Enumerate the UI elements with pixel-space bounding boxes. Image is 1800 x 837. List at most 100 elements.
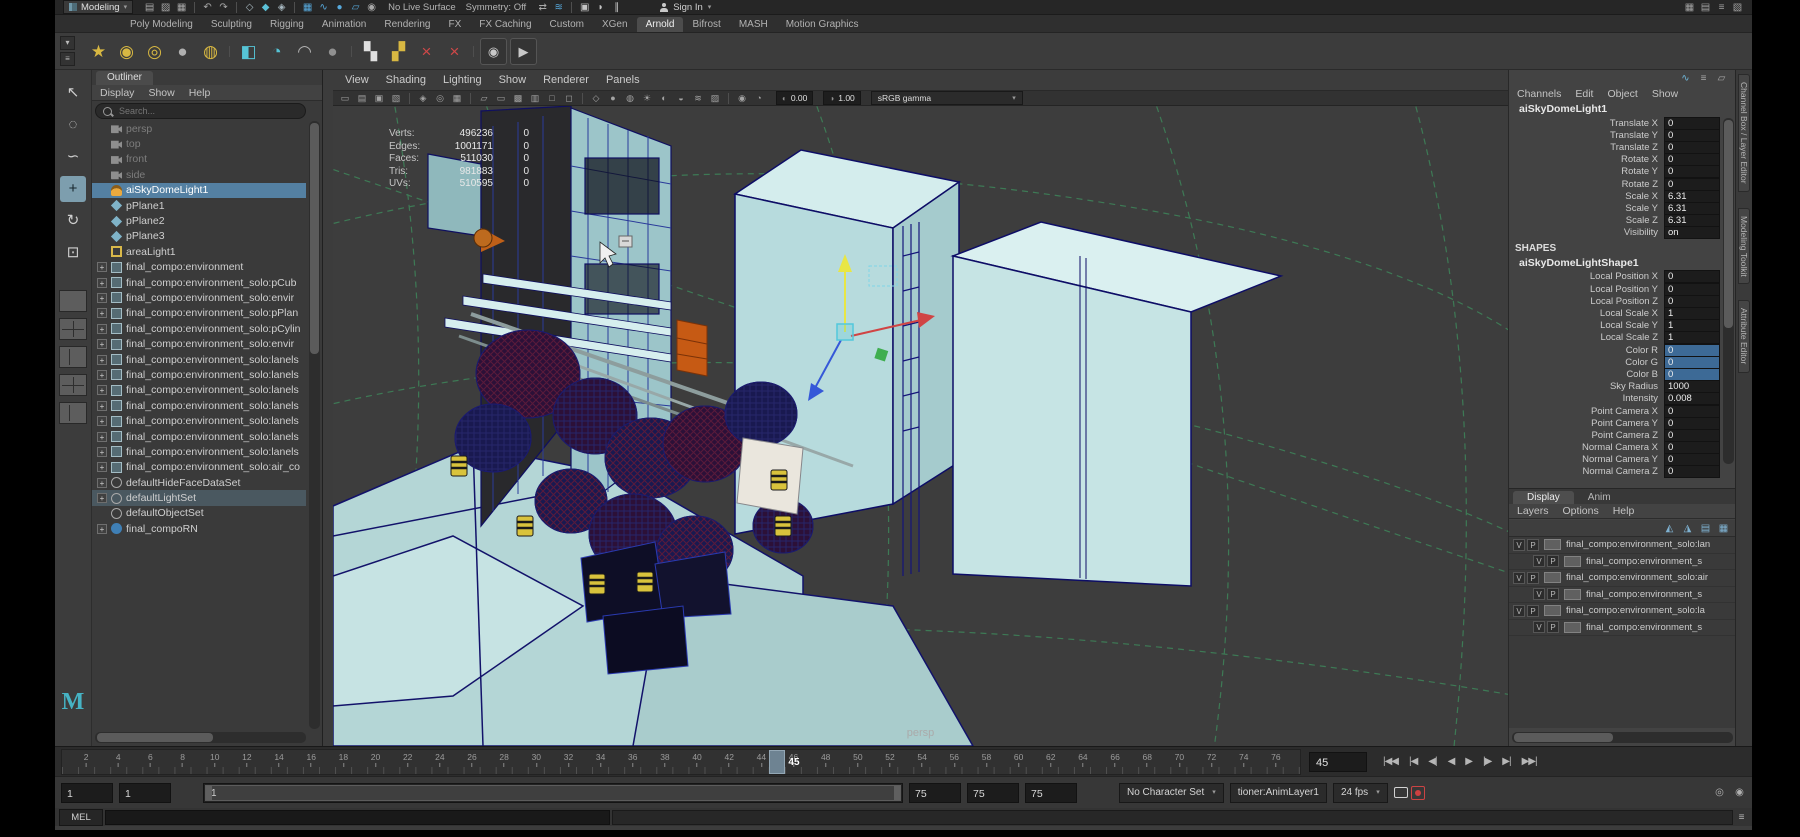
field-chart-icon[interactable]: ▥ [528, 92, 542, 104]
channel-name-label[interactable]: Local Position X [1509, 271, 1664, 282]
layer-color-swatch[interactable] [1564, 588, 1581, 600]
poly-cube-shelf-icon[interactable]: ◉ [114, 39, 139, 64]
channel-pin-icon[interactable]: ▱ [1715, 72, 1728, 85]
outliner-item-final-compo-environment-solo-lanels[interactable]: + final_compo:environment_solo:lanels [92, 444, 306, 459]
open-scene-icon[interactable]: ▨ [159, 1, 172, 14]
new-empty-layer-icon[interactable]: ▤ [1699, 522, 1712, 535]
command-input[interactable] [105, 809, 610, 825]
scale-tool[interactable]: ⊡ [60, 240, 86, 266]
outliner-search[interactable] [95, 103, 306, 119]
menu-show[interactable]: Show [499, 74, 527, 86]
outliner-item-pplane2[interactable]: pPlane2 [92, 213, 306, 228]
channel-value-field[interactable]: 0 [1664, 282, 1720, 296]
menu-layers[interactable]: Layers [1517, 505, 1549, 517]
scrollbar-thumb[interactable] [97, 733, 214, 742]
playback-start-field[interactable]: 1 [61, 782, 113, 803]
grid-icon[interactable]: ▦ [450, 92, 464, 104]
poly-torus-shelf-icon[interactable]: ◎ [142, 39, 167, 64]
grease-pencil-icon[interactable]: ◎ [433, 92, 447, 104]
outliner-horizontal-scrollbar[interactable] [95, 732, 306, 743]
expand-toggle-icon[interactable]: + [97, 400, 107, 411]
motion-blur-icon[interactable]: ≋ [691, 92, 705, 104]
layout-four-pane-button[interactable] [59, 318, 87, 340]
uv-checker-gold-shelf-icon[interactable]: ▞ [386, 39, 411, 64]
outliner-item-final-compo-environment-solo-envir[interactable]: + final_compo:environment_solo:envir [92, 336, 306, 351]
channel-value-field[interactable]: 6.31 [1664, 189, 1720, 203]
shelf-tab-xgen[interactable]: XGen [593, 17, 637, 32]
expand-toggle-icon[interactable]: + [97, 523, 107, 534]
expand-toggle-icon[interactable]: + [97, 339, 107, 350]
menu-channels[interactable]: Channels [1517, 88, 1561, 100]
channel-value-field[interactable]: 0 [1664, 177, 1720, 191]
menu-set-selector[interactable]: Modeling ▾ [63, 0, 134, 14]
expand-toggle-icon[interactable]: + [97, 385, 107, 396]
channel-name-label[interactable]: Normal Camera X [1509, 442, 1664, 453]
safe-action-icon[interactable]: □ [545, 92, 559, 104]
outliner-item-final-compo-environment-solo-lanels[interactable]: + final_compo:environment_solo:lanels [92, 429, 306, 444]
outliner-item-defaultobjectset[interactable]: defaultObjectSet [92, 506, 306, 521]
screen-space-ao-icon[interactable]: ◒ [674, 92, 688, 104]
layer-color-swatch[interactable] [1544, 572, 1561, 584]
channel-value-field[interactable]: 0 [1664, 404, 1720, 418]
menu-panels[interactable]: Panels [606, 74, 640, 86]
snap-to-view-plane-icon[interactable]: ▱ [349, 1, 362, 14]
exposure-field[interactable]: ◐ 0.00 [776, 91, 814, 105]
shape-node-name-label[interactable]: aiSkyDomeLightShape1 [1509, 255, 1736, 271]
workspace-icon[interactable]: ▧ [1731, 1, 1744, 14]
expand-toggle-icon[interactable]: + [97, 354, 107, 365]
channel-name-label[interactable]: Local Scale X [1509, 308, 1664, 319]
animation-end-field[interactable]: 75 [967, 782, 1019, 803]
range-end-field[interactable]: 75 [1025, 782, 1077, 803]
anim-layer-field[interactable]: tioner:AnimLayer1 [1229, 782, 1327, 803]
outliner-item-final-compo-environment-solo-lanels[interactable]: + final_compo:environment_solo:lanels [92, 367, 306, 382]
outliner-item-final-compo-environment-solo-lanels[interactable]: + final_compo:environment_solo:lanels [92, 352, 306, 367]
layer-playback-toggle[interactable]: P [1527, 604, 1539, 617]
channel-name-label[interactable]: Color B [1509, 369, 1664, 380]
outliner-panel-tab[interactable]: Outliner [96, 71, 154, 85]
wireframe-icon[interactable]: ◇ [589, 92, 603, 104]
channel-value-field[interactable]: 0 [1664, 165, 1720, 179]
shelf-tab-mash[interactable]: MASH [730, 17, 777, 32]
menu-edit[interactable]: Edit [1575, 88, 1593, 100]
layer-row-final-compo-environment-s[interactable]: V Pfinal_compo:environment_s [1509, 620, 1736, 636]
channel-value-field[interactable]: 0 [1664, 270, 1720, 284]
shelf-tab-selector-icon[interactable]: ▾ [60, 36, 75, 50]
arnold-standin-shelf-icon[interactable]: ◧ [236, 39, 261, 64]
channel-value-field[interactable]: 0 [1664, 116, 1720, 130]
poly-sphere-shelf-icon[interactable]: ★ [86, 39, 111, 64]
isolate-select-icon[interactable]: ◉ [735, 92, 749, 104]
construction-history-icon[interactable]: ≋ [552, 1, 565, 14]
channel-name-label[interactable]: Intensity [1509, 393, 1664, 404]
channel-name-label[interactable]: Local Scale Y [1509, 320, 1664, 331]
shelf-tab-fx[interactable]: FX [440, 17, 471, 32]
channel-value-field[interactable]: 0.008 [1664, 392, 1720, 406]
view-transform-dropdown[interactable]: sRGB gamma ▾ [870, 91, 1023, 105]
snap-to-curve-icon[interactable]: ∿ [317, 1, 330, 14]
scrollbar-thumb[interactable] [1514, 733, 1614, 742]
layout-hypershade-button[interactable] [59, 402, 87, 424]
menu-help[interactable]: Help [189, 87, 211, 99]
select-by-object-icon[interactable]: ◆ [259, 1, 272, 14]
fps-dropdown[interactable]: 24 fps ▾ [1332, 782, 1388, 803]
menu-renderer[interactable]: Renderer [543, 74, 589, 86]
layer-editor-tab-anim[interactable]: Anim [1574, 491, 1625, 504]
gamma-field[interactable]: ◑ 1.00 [823, 91, 861, 105]
input-connections-icon[interactable]: ⇄ [536, 1, 549, 14]
layer-visible-toggle[interactable]: V [1533, 555, 1545, 568]
channel-name-label[interactable]: Rotate Y [1509, 166, 1664, 177]
expand-toggle-icon[interactable]: + [97, 277, 107, 288]
symmetry-label[interactable]: Symmetry: Off [466, 2, 527, 13]
channel-value-field[interactable]: 6.31 [1664, 214, 1720, 228]
outliner-item-final-compo-environment-solo-lanels[interactable]: + final_compo:environment_solo:lanels [92, 413, 306, 428]
resolution-gate-icon[interactable]: ▭ [494, 92, 508, 104]
menu-object[interactable]: Object [1607, 88, 1637, 100]
delete-history-shelf-icon[interactable]: × [414, 39, 439, 64]
step-forward-key-button[interactable]: |▶ [1481, 752, 1493, 772]
shelf-menu-icon[interactable]: ≡ [60, 52, 75, 66]
arnold-curve-shelf-icon[interactable]: ◠ [292, 39, 317, 64]
channel-value-field[interactable]: 0 [1664, 428, 1720, 442]
uv-checker-shelf-icon[interactable]: ▚ [358, 39, 383, 64]
outliner-item-final-compo-environment[interactable]: + final_compo:environment [92, 260, 306, 275]
rotate-tool[interactable]: ↻ [60, 208, 86, 234]
use-all-lights-icon[interactable]: ☀ [640, 92, 654, 104]
